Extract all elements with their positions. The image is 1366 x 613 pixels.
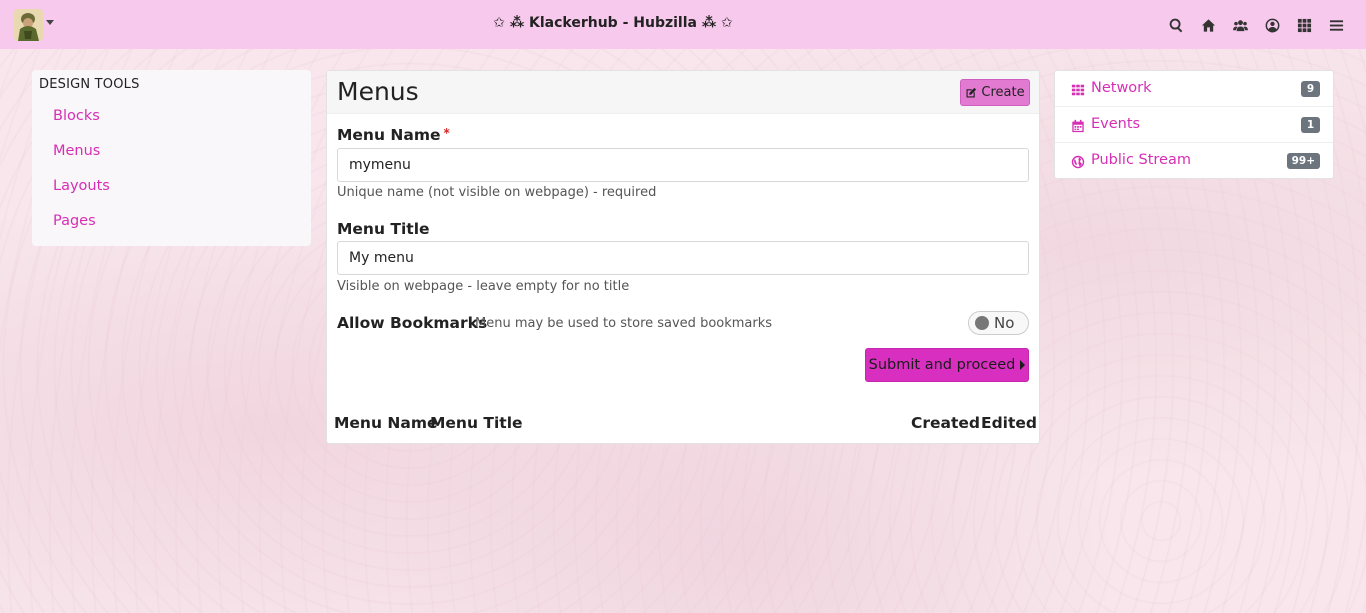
notification-item-public-stream[interactable]: Public Stream 99+ <box>1055 143 1333 179</box>
sidebar-item-blocks[interactable]: Blocks <box>53 108 100 124</box>
apps-grid-icon[interactable] <box>1288 15 1320 35</box>
allow-bookmarks-toggle[interactable]: No <box>968 311 1029 335</box>
caret-right-icon <box>1020 360 1026 370</box>
column-header-menu-name: Menu Name <box>334 414 438 432</box>
user-circle-icon[interactable] <box>1256 15 1288 35</box>
avatar-menu-caret-icon[interactable] <box>46 20 54 25</box>
navbar-icons <box>1160 15 1352 35</box>
notifications-panel: Network 9 Events 1 Public Stream 99+ <box>1054 70 1334 179</box>
column-header-menu-title: Menu Title <box>430 414 523 432</box>
calendar-icon <box>1071 118 1085 133</box>
sidebar-item-pages[interactable]: Pages <box>53 213 96 229</box>
column-header-created: Created <box>911 414 981 432</box>
column-header-edited: Edited <box>981 414 1038 432</box>
notification-item-network[interactable]: Network 9 <box>1055 71 1333 107</box>
design-tools-panel: DESIGN TOOLS Blocks Menus Layouts Pages <box>32 70 311 246</box>
menu-title-label: Menu Title <box>337 220 430 238</box>
allow-bookmarks-label: Allow Bookmarks <box>337 314 488 332</box>
count-badge: 9 <box>1301 81 1320 97</box>
home-icon[interactable] <box>1192 15 1224 35</box>
menu-title-input[interactable] <box>337 241 1029 275</box>
menu-name-help: Unique name (not visible on webpage) - r… <box>337 185 657 200</box>
users-icon[interactable] <box>1224 15 1256 35</box>
menu-bars-icon[interactable] <box>1320 15 1352 35</box>
page-title: Menus <box>337 77 419 106</box>
menu-title-help: Visible on webpage - leave empty for no … <box>337 279 630 294</box>
edit-icon <box>966 87 977 97</box>
toggle-state-text: No <box>994 314 1015 332</box>
navbar: ✩ ⁂ Klackerhub - Hubzilla ⁂ ✩ <box>0 0 1366 49</box>
menu-name-label-text: Menu Name <box>337 126 441 144</box>
toggle-knob <box>975 316 989 330</box>
count-badge: 99+ <box>1286 153 1320 169</box>
avatar[interactable] <box>14 9 43 41</box>
required-mark: * <box>443 126 450 140</box>
menus-panel: Menus Create Menu Name* Unique name (not… <box>326 70 1040 444</box>
search-icon[interactable] <box>1160 15 1192 35</box>
create-button[interactable]: Create <box>960 79 1030 106</box>
menu-name-label: Menu Name * <box>337 126 450 144</box>
design-tools-title: DESIGN TOOLS <box>39 77 140 92</box>
site-title: ✩ ⁂ Klackerhub - Hubzilla ⁂ ✩ <box>493 15 733 31</box>
notification-label: Network <box>1091 80 1152 96</box>
notification-label: Events <box>1091 116 1141 132</box>
notification-item-events[interactable]: Events 1 <box>1055 107 1333 143</box>
grid-icon <box>1071 82 1085 96</box>
sidebar-item-layouts[interactable]: Layouts <box>53 178 110 194</box>
sidebar-item-menus[interactable]: Menus <box>53 143 100 159</box>
globe-icon <box>1071 154 1085 169</box>
menus-panel-header: Menus Create <box>327 71 1039 114</box>
allow-bookmarks-help: Menu may be used to store saved bookmark… <box>475 316 773 331</box>
submit-button[interactable]: Submit and proceed <box>865 348 1029 382</box>
menu-name-input[interactable] <box>337 148 1029 182</box>
submit-button-label: Submit and proceed <box>868 357 1016 373</box>
notification-label: Public Stream <box>1091 152 1191 168</box>
count-badge: 1 <box>1301 117 1320 133</box>
create-button-label: Create <box>981 85 1025 100</box>
